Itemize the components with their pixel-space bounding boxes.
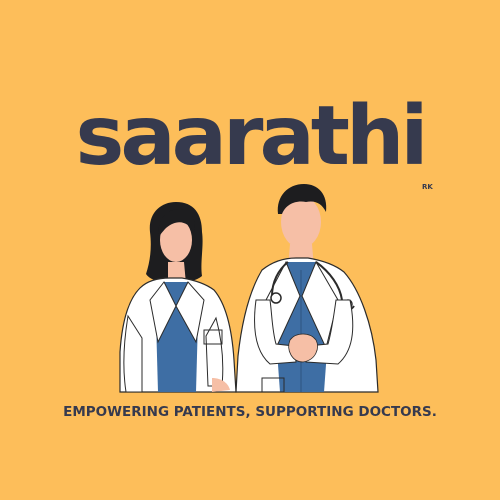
- doctors-illustration: [119, 184, 379, 393]
- female-doctor: [119, 202, 237, 393]
- male-doctor: [235, 184, 379, 393]
- poster-canvas: saarathi RK EMPOWERING PATIENTS, SUPPORT…: [0, 0, 500, 500]
- tagline: EMPOWERING PATIENTS, SUPPORTING DOCTORS.: [63, 404, 437, 420]
